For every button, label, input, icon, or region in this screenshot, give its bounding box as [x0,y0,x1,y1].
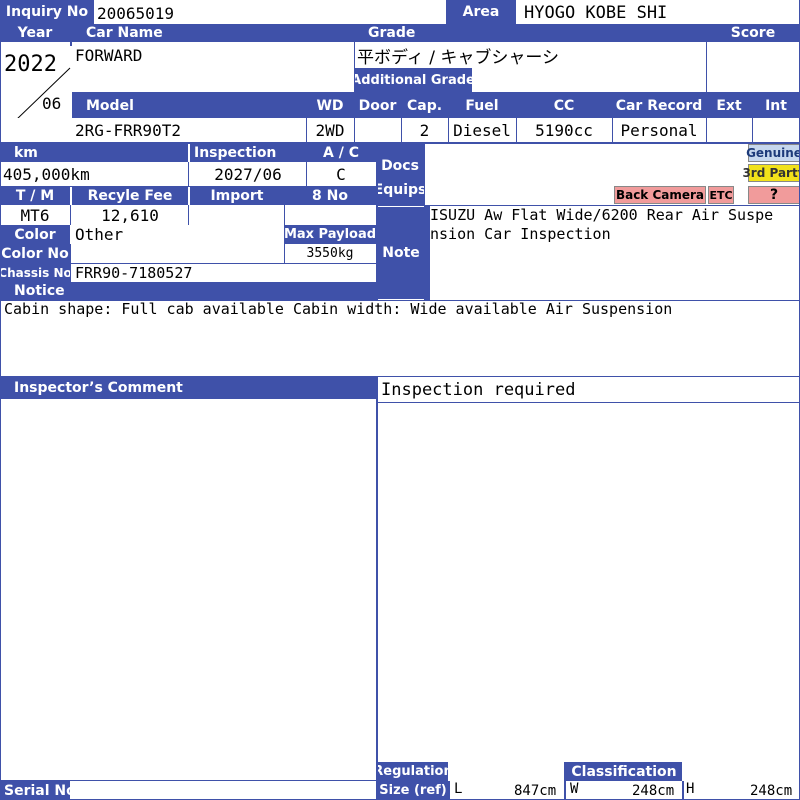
inquiry-no-value: 20065019 [94,2,446,24]
score-value [706,42,800,92]
classification-label: Classification [566,762,682,781]
recycle-fee-value: 12,610 [72,205,188,225]
year-divider-icon [17,67,71,118]
docs-equips-label: Docs Equips [373,144,427,206]
notice-label: Notice [0,282,376,300]
year-label: Year [0,24,70,42]
classification-value [682,762,800,781]
km-value: 405,000km [0,162,188,186]
area-label: Area [446,0,516,24]
tm-label: T / M [0,187,70,205]
int-value [752,118,800,142]
equips-label: Equips [373,182,427,198]
door-label: Door [354,94,401,118]
back-camera-badge: Back Camera [614,186,706,204]
inspector-comment-label: Inspector’s Comment [0,377,376,399]
car-name-label: Car Name [72,24,354,42]
etc-badge: ETC [708,186,734,204]
grade-label: Grade [354,24,706,42]
chassis-no-label: Chassis No [0,263,72,282]
fuel-label: Fuel [448,94,516,118]
color-no-value [72,244,284,263]
question-badge: ? [748,186,800,204]
import-label: Import [190,187,284,205]
wd-label: WD [306,94,354,118]
int-label: Int [752,94,800,118]
additional-grade-value [472,68,706,92]
cc-label: CC [516,94,612,118]
car-record-label: Car Record [612,94,706,118]
fuel-value: Diesel [448,118,516,142]
cap-value: 2 [401,118,448,142]
size-w-value: 248cm [632,783,675,799]
size-h-label: H [686,781,695,797]
size-values: L 847cm W 248cm H 248cm [450,781,800,800]
chassis-no-value: FRR90-7180527 [72,263,376,282]
cap-label: Cap. [401,94,448,118]
notice-value: Cabin shape: Full cab available Cabin wi… [4,300,673,318]
genuine-badge: Genuine [746,144,800,162]
regulation-value [448,762,564,781]
note-value: ISUZU Aw Flat Wide/6200 Rear Air Suspens… [430,206,774,243]
color-label: Color [0,225,70,244]
color-no-label: Color No [0,244,70,263]
max-payload-value: 3550kg [284,244,376,263]
note-label: Note [378,207,424,299]
max-payload-label: Max Payload [283,225,377,244]
eight-no-label: 8 No [284,187,376,205]
recycle-fee-label: Recyle Fee [72,187,188,205]
ext-label: Ext [706,94,752,118]
docs-label: Docs [381,158,419,174]
car-name-value: FORWARD [72,42,354,92]
ac-value: C [306,162,376,186]
grade-value: 平ボディ / キャブシャーシ [354,42,706,68]
door-value [354,118,401,142]
inspection-value: 2027/06 [190,162,306,186]
model-label: Model [72,94,306,118]
tm-value: MT6 [0,205,70,225]
serial-no-label: Serial No [0,781,76,800]
serial-no-value [72,781,376,800]
eight-no-value [284,205,376,225]
year-cell: 2022 06 [0,42,72,118]
size-l-label: L [454,781,463,797]
size-ref-label: Size (ref) [378,781,448,800]
km-label: km [0,144,188,162]
inspection-label: Inspection [190,144,306,162]
size-w-label: W [570,781,579,797]
regulation-label: Regulation [373,762,453,781]
size-h-value: 248cm [750,783,793,799]
car-record-value: Personal [612,118,706,142]
inspector-comment-value: Inspection required [378,378,800,402]
ext-value [706,118,752,142]
third-party-badge: 3rd Party [742,164,800,182]
ac-label: A / C [306,144,376,162]
cc-value: 5190cc [516,118,612,142]
score-label: Score [706,24,800,42]
size-l-value: 847cm [514,783,557,799]
wd-value: 2WD [306,118,354,142]
import-value [190,205,284,225]
color-value: Other [72,225,284,244]
model-value: 2RG-FRR90T2 [72,118,306,142]
area-value: HYOGO KOBE SHI [516,2,800,24]
inquiry-no-label: Inquiry No [0,0,94,24]
additional-grade-label: Additional Grade [351,68,475,92]
